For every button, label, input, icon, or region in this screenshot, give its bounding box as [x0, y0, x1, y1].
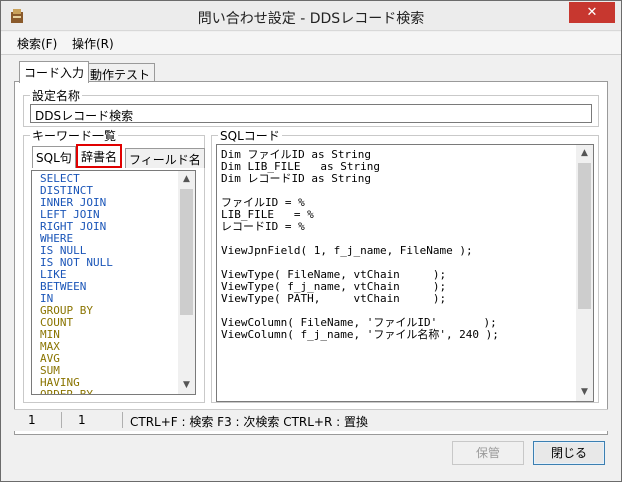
sql-editor-scrollbar[interactable]: ▲ ▼ — [576, 145, 593, 401]
status-divider — [61, 412, 62, 428]
sql-code-line: ViewColumn( f_j_name, 'ファイル名称', 240 ); — [221, 328, 499, 341]
status-column-number: 1 — [78, 413, 86, 427]
status-shortcut-hints: CTRL+F : 検索 F3 : 次検索 CTRL+R : 置換 — [130, 415, 368, 429]
menu-bar: 検索(F) 操作(R) — [1, 32, 621, 54]
keyword-list-scroll-thumb[interactable] — [180, 189, 193, 315]
menu-operation[interactable]: 操作(R) — [72, 35, 114, 52]
close-button[interactable]: 閉じる — [533, 441, 605, 465]
keyword-list-item[interactable]: ORDER BY — [40, 389, 113, 395]
sql-code-text: Dim ファイルID as String Dim LIB_FILE as Stri… — [221, 149, 499, 341]
sql-code-legend: SQLコード — [218, 127, 282, 144]
scroll-down-icon[interactable]: ▼ — [576, 384, 593, 401]
sql-code-line: ViewJpnField( 1, f_j_name, FileName ); — [221, 244, 473, 257]
dialog-window: 問い合わせ設定 - DDSレコード検索 ✕ 検索(F) 操作(R) コード入力 … — [0, 0, 622, 482]
scroll-down-icon[interactable]: ▼ — [178, 377, 195, 394]
tab-run-test[interactable]: 動作テスト — [85, 63, 156, 83]
save-button[interactable]: 保管 — [452, 441, 524, 465]
tab-dictionary-name[interactable]: 辞書名 — [76, 144, 123, 168]
menu-search[interactable]: 検索(F) — [17, 35, 57, 52]
window-title: 問い合わせ設定 - DDSレコード検索 — [197, 11, 425, 27]
sql-code-line: レコードID = % — [221, 220, 305, 233]
sql-code-editor[interactable]: Dim ファイルID as String Dim LIB_FILE as Stri… — [216, 144, 594, 402]
close-window-button[interactable]: ✕ — [569, 2, 615, 23]
keyword-items: SELECT DISTINCT INNER JOIN LEFT JOIN RIGHT J… — [40, 173, 113, 395]
status-bar: 1 1 CTRL+F : 検索 F3 : 次検索 CTRL+R : 置換 — [14, 409, 608, 431]
setting-name-legend: 設定名称 — [30, 87, 83, 104]
sql-editor-scroll-thumb[interactable] — [578, 163, 591, 309]
tab-sql-clause[interactable]: SQL句 — [32, 146, 76, 168]
menu-divider — [1, 54, 621, 55]
scroll-up-icon[interactable]: ▲ — [178, 171, 195, 188]
close-icon: ✕ — [586, 5, 598, 20]
sql-code-line: ViewType( PATH, vtChain ); — [221, 292, 447, 305]
tab-code-input[interactable]: コード入力 — [19, 61, 90, 83]
keyword-list[interactable]: SELECT DISTINCT INNER JOIN LEFT JOIN RIGHT J… — [31, 170, 196, 395]
keyword-list-legend: キーワード一覧 — [30, 127, 119, 144]
tab-field-name[interactable]: フィールド名 — [125, 148, 205, 168]
scroll-up-icon[interactable]: ▲ — [576, 145, 593, 162]
setting-name-input[interactable]: DDSレコード検索 — [30, 104, 592, 123]
sql-code-line: Dim レコードID as String — [221, 172, 371, 185]
title-bar: 問い合わせ設定 - DDSレコード検索 ✕ — [1, 1, 621, 31]
status-divider — [122, 412, 123, 428]
status-line-number: 1 — [28, 413, 36, 427]
keyword-list-scrollbar[interactable]: ▲ ▼ — [178, 171, 195, 394]
